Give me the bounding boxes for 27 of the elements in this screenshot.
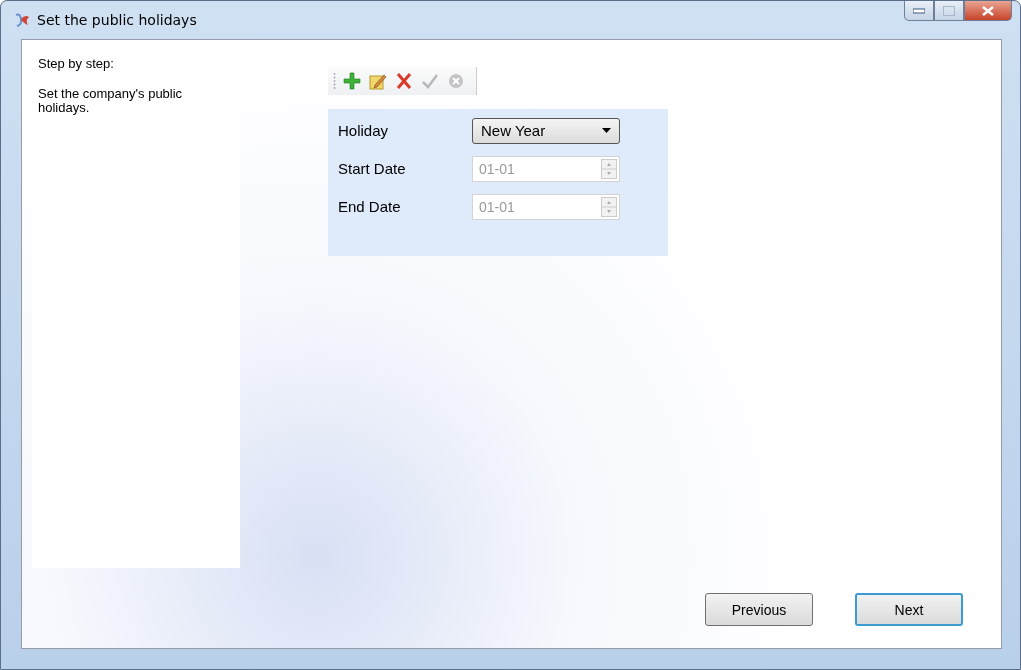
- app-icon: [13, 11, 31, 29]
- wizard-button[interactable]: Previous: [705, 593, 813, 626]
- minimize-button[interactable]: [904, 1, 934, 21]
- plus-icon: [343, 72, 361, 90]
- field-label: Start Date: [338, 160, 407, 177]
- spin-arrows-icon: [601, 196, 617, 217]
- holiday-dropdown[interactable]: New Year: [472, 117, 620, 144]
- pencil-icon: [369, 72, 387, 90]
- add-button[interactable]: [342, 71, 362, 91]
- checkmark-icon: [421, 72, 439, 90]
- close-icon: [982, 5, 994, 16]
- spin-arrows-icon: [601, 158, 617, 179]
- maximize-icon: [943, 5, 955, 16]
- close-button[interactable]: [964, 1, 1012, 21]
- maximize-button[interactable]: [934, 1, 964, 21]
- window-title: Set the public holidays: [37, 12, 197, 28]
- minimize-icon: [913, 7, 925, 14]
- cancel-icon: [447, 72, 465, 90]
- field-label: End Date: [338, 198, 402, 215]
- grip-icon: [333, 72, 336, 90]
- field-label: Holiday: [338, 122, 390, 139]
- delete-button[interactable]: [394, 71, 414, 91]
- sidebar-description: Set the company's public holidays.: [38, 87, 184, 115]
- cross-icon: [395, 72, 413, 90]
- sidebar-heading: Step by step:: [38, 56, 115, 71]
- dropdown-arrow-icon: [602, 128, 611, 133]
- wizard-button[interactable]: Next: [855, 593, 963, 626]
